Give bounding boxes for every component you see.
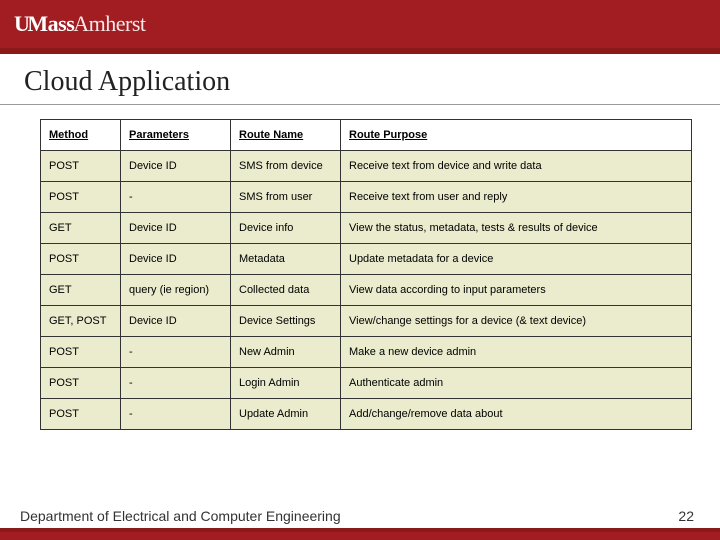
cell-route-purpose: Receive text from device and write data bbox=[341, 151, 692, 182]
footer: Department of Electrical and Computer En… bbox=[0, 500, 720, 540]
cell-route-name: Device Settings bbox=[231, 306, 341, 337]
cell-route-purpose: View/change settings for a device (& tex… bbox=[341, 306, 692, 337]
page-number: 22 bbox=[678, 508, 694, 524]
routes-table: Method Parameters Route Name Route Purpo… bbox=[40, 119, 692, 430]
header-wrap: UMassAmherst bbox=[0, 0, 720, 54]
cell-method: POST bbox=[41, 337, 121, 368]
cell-route-name: Collected data bbox=[231, 275, 341, 306]
cell-method: GET bbox=[41, 213, 121, 244]
cell-route-purpose: Make a new device admin bbox=[341, 337, 692, 368]
page-title: Cloud Application bbox=[0, 54, 720, 105]
cell-route-name: New Admin bbox=[231, 337, 341, 368]
col-header-method: Method bbox=[41, 120, 121, 151]
logo-amherst: Amherst bbox=[73, 11, 145, 36]
cell-method: GET bbox=[41, 275, 121, 306]
table-row: POST Device ID Metadata Update metadata … bbox=[41, 244, 692, 275]
header-bar: UMassAmherst bbox=[0, 0, 720, 48]
col-header-parameters: Parameters bbox=[121, 120, 231, 151]
cell-route-name: Update Admin bbox=[231, 399, 341, 430]
cell-parameters: - bbox=[121, 368, 231, 399]
table-row: GET, POST Device ID Device Settings View… bbox=[41, 306, 692, 337]
cell-route-purpose: Receive text from user and reply bbox=[341, 182, 692, 213]
cell-method: POST bbox=[41, 244, 121, 275]
cell-parameters: - bbox=[121, 399, 231, 430]
university-logo: UMassAmherst bbox=[14, 11, 146, 37]
table-row: GET Device ID Device info View the statu… bbox=[41, 213, 692, 244]
cell-route-name: SMS from device bbox=[231, 151, 341, 182]
cell-parameters: Device ID bbox=[121, 151, 231, 182]
table-row: POST - Login Admin Authenticate admin bbox=[41, 368, 692, 399]
table-row: POST Device ID SMS from device Receive t… bbox=[41, 151, 692, 182]
routes-table-wrap: Method Parameters Route Name Route Purpo… bbox=[0, 105, 720, 430]
table-row: POST - SMS from user Receive text from u… bbox=[41, 182, 692, 213]
cell-route-name: Login Admin bbox=[231, 368, 341, 399]
cell-method: POST bbox=[41, 182, 121, 213]
cell-parameters: - bbox=[121, 182, 231, 213]
cell-route-name: Metadata bbox=[231, 244, 341, 275]
cell-method: POST bbox=[41, 399, 121, 430]
col-header-route-name: Route Name bbox=[231, 120, 341, 151]
cell-route-purpose: Authenticate admin bbox=[341, 368, 692, 399]
cell-parameters: Device ID bbox=[121, 306, 231, 337]
footer-accent-bar bbox=[0, 528, 720, 540]
cell-method: POST bbox=[41, 151, 121, 182]
cell-method: POST bbox=[41, 368, 121, 399]
cell-parameters: Device ID bbox=[121, 244, 231, 275]
cell-route-purpose: View the status, metadata, tests & resul… bbox=[341, 213, 692, 244]
cell-route-name: SMS from user bbox=[231, 182, 341, 213]
cell-route-purpose: View data according to input parameters bbox=[341, 275, 692, 306]
table-row: GET query (ie region) Collected data Vie… bbox=[41, 275, 692, 306]
cell-route-name: Device info bbox=[231, 213, 341, 244]
table-body: POST Device ID SMS from device Receive t… bbox=[41, 151, 692, 430]
footer-department: Department of Electrical and Computer En… bbox=[20, 508, 341, 524]
table-row: POST - Update Admin Add/change/remove da… bbox=[41, 399, 692, 430]
cell-parameters: Device ID bbox=[121, 213, 231, 244]
col-header-route-purpose: Route Purpose bbox=[341, 120, 692, 151]
cell-parameters: query (ie region) bbox=[121, 275, 231, 306]
cell-method: GET, POST bbox=[41, 306, 121, 337]
cell-parameters: - bbox=[121, 337, 231, 368]
logo-mass: Mass bbox=[27, 11, 74, 36]
cell-route-purpose: Update metadata for a device bbox=[341, 244, 692, 275]
table-row: POST - New Admin Make a new device admin bbox=[41, 337, 692, 368]
table-header-row: Method Parameters Route Name Route Purpo… bbox=[41, 120, 692, 151]
cell-route-purpose: Add/change/remove data about bbox=[341, 399, 692, 430]
